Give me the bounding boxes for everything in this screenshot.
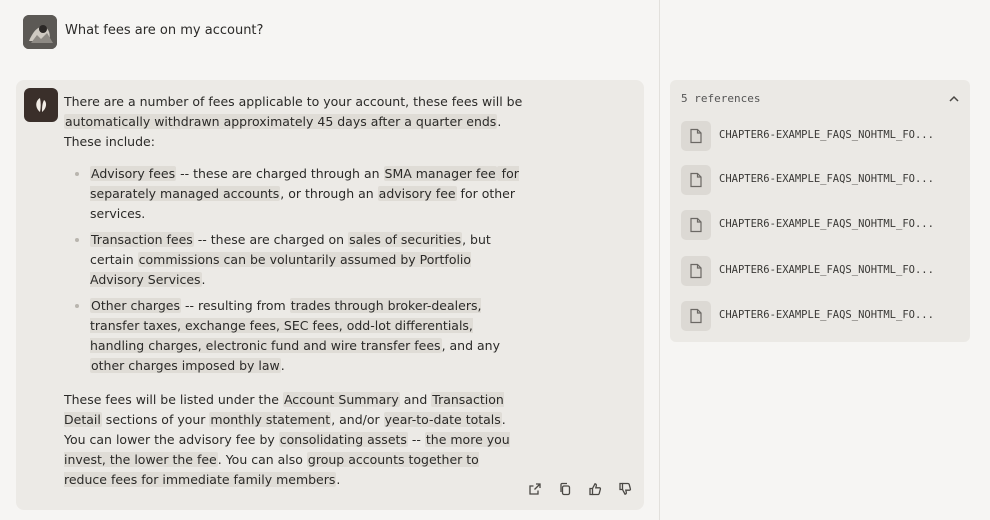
thumbs-up-icon[interactable] <box>586 480 604 498</box>
highlighted-phrase: SMA manager fee <box>383 166 497 181</box>
references-card: 5 references CHAPTER6-EXAMPLE_FAQS_NOHTM… <box>670 80 970 342</box>
list-item: Advisory fees -- these are charged throu… <box>75 164 524 224</box>
list-item: Transaction fees -- these are charged on… <box>75 230 524 290</box>
reference-item[interactable]: CHAPTER6-EXAMPLE_FAQS_NOHTML_FO... <box>681 256 961 286</box>
highlighted-phrase: Advisory fees <box>90 166 177 181</box>
highlighted-phrase: sales of securities <box>348 232 463 247</box>
highlighted-phrase: monthly statement <box>209 412 332 427</box>
text-segment: -- these are charged through an <box>176 166 384 181</box>
text-segment: . <box>336 472 341 487</box>
assistant-avatar <box>24 88 58 122</box>
answer-body: There are a number of fees applicable to… <box>64 92 524 490</box>
reference-item[interactable]: CHAPTER6-EXAMPLE_FAQS_NOHTML_FO... <box>681 210 961 240</box>
reference-label: CHAPTER6-EXAMPLE_FAQS_NOHTML_FO... <box>719 218 934 230</box>
text-segment: . <box>280 358 285 373</box>
highlighted-phrase: consolidating assets <box>278 432 408 447</box>
highlighted-phrase: automatically withdrawn approximately 45… <box>64 114 498 129</box>
text-segment: sections of your <box>101 412 210 427</box>
text-segment: -- these are charged on <box>193 232 349 247</box>
text-segment: These fees will be listed under the <box>64 392 283 407</box>
highlighted-phrase: commissions can be voluntarily assumed b… <box>90 252 472 287</box>
text-segment: -- resulting from <box>180 298 290 313</box>
reference-label: CHAPTER6-EXAMPLE_FAQS_NOHTML_FO... <box>719 129 934 141</box>
text-segment: , or through an <box>280 186 378 201</box>
fee-list: Advisory fees -- these are charged throu… <box>64 164 524 376</box>
list-item: Other charges -- resulting from trades t… <box>75 296 524 376</box>
chevron-up-icon[interactable] <box>947 92 961 109</box>
assistant-message: There are a number of fees applicable to… <box>16 80 644 510</box>
text-segment: and <box>399 392 432 407</box>
reference-label: CHAPTER6-EXAMPLE_FAQS_NOHTML_FO... <box>719 309 934 321</box>
highlighted-phrase: Transaction fees <box>90 232 194 247</box>
document-icon <box>681 210 711 240</box>
message-actions <box>526 480 634 498</box>
answer-intro: There are a number of fees applicable to… <box>64 92 524 152</box>
copy-icon[interactable] <box>556 480 574 498</box>
document-icon <box>681 121 711 151</box>
share-icon[interactable] <box>526 480 544 498</box>
text-segment: , and/or <box>331 412 384 427</box>
highlighted-phrase: Other charges <box>90 298 181 313</box>
document-icon <box>681 301 711 331</box>
reference-label: CHAPTER6-EXAMPLE_FAQS_NOHTML_FO... <box>719 173 934 185</box>
references-header[interactable]: 5 references <box>681 92 961 108</box>
text-segment: , and any <box>441 338 500 353</box>
text-segment: There are a number of fees applicable to… <box>64 94 523 109</box>
text-segment: -- <box>407 432 425 447</box>
reference-item[interactable]: CHAPTER6-EXAMPLE_FAQS_NOHTML_FO... <box>681 301 961 331</box>
thumbs-down-icon[interactable] <box>616 480 634 498</box>
document-icon <box>681 256 711 286</box>
reference-label: CHAPTER6-EXAMPLE_FAQS_NOHTML_FO... <box>719 264 934 276</box>
text-segment: . You can also <box>217 452 307 467</box>
highlighted-phrase: year-to-date totals <box>383 412 502 427</box>
text-segment: . <box>201 272 206 287</box>
user-message: What fees are on my account? <box>65 23 264 38</box>
highlighted-phrase: advisory fee <box>377 186 457 201</box>
highlighted-phrase: Account Summary <box>282 392 400 407</box>
chat-pane: What fees are on my account? There are a… <box>0 0 659 520</box>
references-pane: 5 references CHAPTER6-EXAMPLE_FAQS_NOHTM… <box>660 0 990 520</box>
leaf-logo-icon <box>36 98 47 112</box>
highlighted-phrase: other charges imposed by law <box>90 358 281 373</box>
answer-closing: These fees will be listed under the Acco… <box>64 390 524 490</box>
reference-item[interactable]: CHAPTER6-EXAMPLE_FAQS_NOHTML_FO... <box>681 165 961 195</box>
references-count: 5 references <box>681 92 761 105</box>
reference-item[interactable]: CHAPTER6-EXAMPLE_FAQS_NOHTML_FO... <box>681 121 961 151</box>
document-icon <box>681 165 711 195</box>
user-avatar <box>23 15 57 49</box>
